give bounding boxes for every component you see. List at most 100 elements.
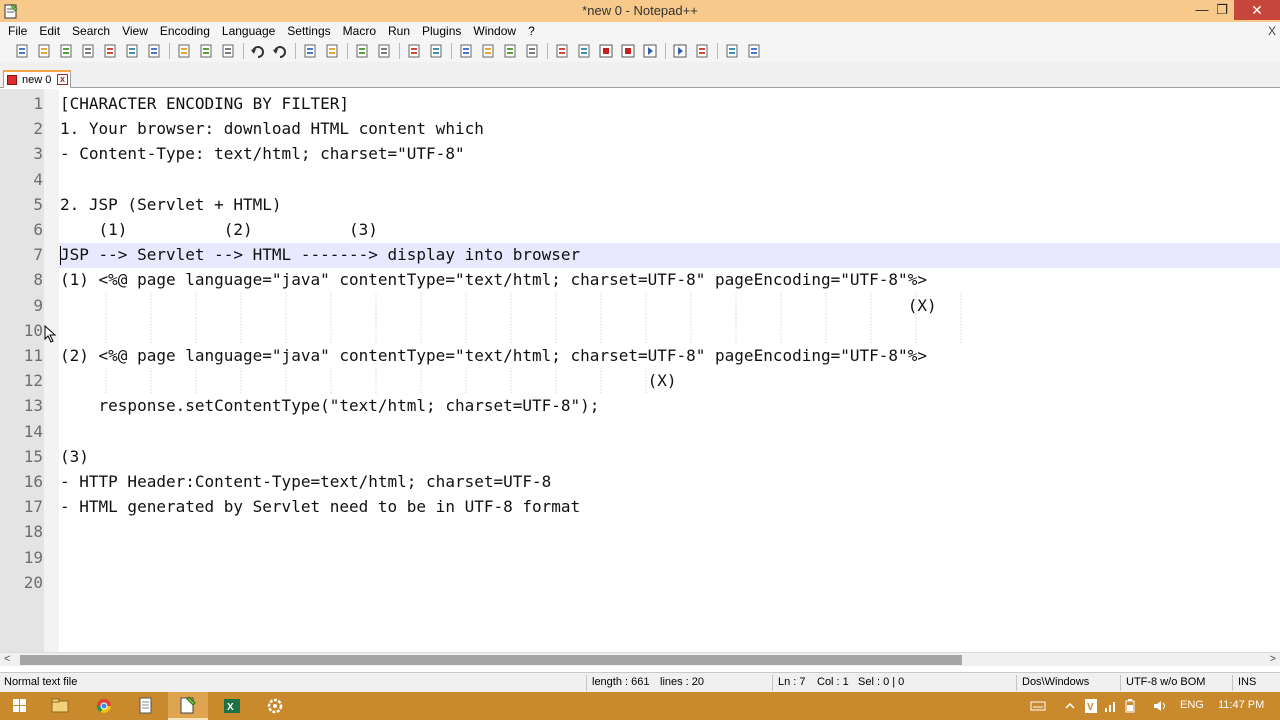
save-macro-icon[interactable]	[694, 43, 710, 59]
start-button[interactable]	[0, 692, 40, 720]
code-line[interactable]: 20	[0, 570, 1280, 595]
code-line[interactable]: 17 - HTML generated by Servlet need to be…	[0, 494, 1280, 519]
line-text: (1) <%@ page language="java" contentType…	[60, 270, 927, 290]
line-number: 7	[33, 245, 43, 265]
print-icon[interactable]	[146, 43, 162, 59]
code-line[interactable]: 7 JSP --> Servlet --> HTML -------> displ…	[0, 242, 1280, 267]
taskbar-chrome[interactable]	[84, 692, 124, 720]
code-line[interactable]: 14	[0, 419, 1280, 444]
code-line[interactable]: 13 response.setContentType("text/html; c…	[0, 393, 1280, 418]
line-text: (1) (2) (3)	[60, 220, 378, 239]
stop-record-icon[interactable]	[620, 43, 636, 59]
scrollbar-thumb[interactable]	[20, 655, 962, 665]
paste-icon[interactable]	[220, 43, 236, 59]
antivirus-icon[interactable]: V	[1084, 698, 1098, 714]
save-icon[interactable]	[58, 43, 74, 59]
spell-check-icon[interactable]	[724, 43, 740, 59]
menu-item-plugins[interactable]: Plugins	[416, 22, 467, 40]
code-line[interactable]: 15 (3)	[0, 444, 1280, 469]
taskbar-settings[interactable]	[255, 692, 295, 720]
horizontal-scrollbar[interactable]: < >	[0, 652, 1280, 666]
menu-item-file[interactable]: File	[2, 22, 33, 40]
line-number: 2	[33, 119, 43, 139]
menu-item-window[interactable]: Window	[467, 22, 522, 40]
menu-item-encoding[interactable]: Encoding	[154, 22, 216, 40]
code-line[interactable]: 9 (X)	[0, 293, 1280, 318]
code-line[interactable]: 8 (1) <%@ page language="java" contentTyp…	[0, 267, 1280, 292]
scroll-left-icon[interactable]: <	[4, 653, 10, 666]
taskbar-file-explorer[interactable]	[40, 692, 80, 720]
close-document-button[interactable]: X	[1268, 22, 1276, 40]
replace-icon[interactable]	[324, 43, 340, 59]
taskbar-excel[interactable]: X	[212, 692, 252, 720]
taskbar-notepad[interactable]	[126, 692, 166, 720]
windows-start-icon	[13, 699, 26, 712]
code-line[interactable]: 12 (X)	[0, 368, 1280, 393]
play-macro-icon[interactable]	[642, 43, 658, 59]
spell-check-options-icon[interactable]	[746, 43, 762, 59]
line-text: 1. Your browser: download HTML content w…	[60, 119, 484, 139]
network-icon[interactable]	[1104, 699, 1118, 713]
status-file-type: Normal text file	[4, 676, 78, 688]
code-line[interactable]: 2 1. Your browser: download HTML content …	[0, 116, 1280, 141]
sync-vertical-icon[interactable]	[406, 43, 422, 59]
menu-item-search[interactable]: Search	[66, 22, 116, 40]
menu-item-language[interactable]: Language	[216, 22, 281, 40]
copy-icon[interactable]	[198, 43, 214, 59]
input-language[interactable]: ENG	[1180, 699, 1204, 711]
doc-map-icon[interactable]	[554, 43, 570, 59]
code-line[interactable]: 4	[0, 167, 1280, 192]
code-line[interactable]: 18	[0, 519, 1280, 544]
open-file-icon[interactable]	[36, 43, 52, 59]
line-number: 10	[23, 320, 43, 340]
menu-item-view[interactable]: View	[116, 22, 154, 40]
undo-icon[interactable]	[250, 43, 266, 59]
menu-item-help[interactable]: ?	[522, 22, 541, 40]
line-text: (X)	[60, 371, 677, 391]
menu-item-run[interactable]: Run	[382, 22, 416, 40]
zoom-in-icon[interactable]	[354, 43, 370, 59]
menu-item-edit[interactable]: Edit	[33, 22, 66, 40]
code-line[interactable]: 19	[0, 545, 1280, 570]
show-all-chars-icon[interactable]	[480, 43, 496, 59]
status-bar: Normal text file length : 661 lines : 20…	[0, 672, 1280, 692]
restore-button[interactable]: ❐	[1208, 0, 1236, 20]
volume-icon[interactable]	[1152, 699, 1168, 713]
close-all-icon[interactable]	[124, 43, 140, 59]
function-list-icon[interactable]	[576, 43, 592, 59]
redo-icon[interactable]	[272, 43, 288, 59]
close-button[interactable]: ✕	[1234, 0, 1280, 20]
sync-horizontal-icon[interactable]	[428, 43, 444, 59]
code-line[interactable]: 5 2. JSP (Servlet + HTML)	[0, 192, 1280, 217]
editor-area[interactable]: 1 [CHARACTER ENCODING BY FILTER] 2 1. Your …	[0, 89, 1280, 652]
battery-icon[interactable]	[1124, 699, 1136, 713]
cut-icon[interactable]	[176, 43, 192, 59]
scroll-right-icon[interactable]: >	[1270, 653, 1276, 666]
close-icon[interactable]	[102, 43, 118, 59]
zoom-out-icon[interactable]	[376, 43, 392, 59]
clock[interactable]: 11:47 PM	[1218, 699, 1264, 711]
tab-new-0[interactable]: new 0 x	[3, 70, 71, 88]
record-macro-icon[interactable]	[598, 43, 614, 59]
new-file-icon[interactable]	[14, 43, 30, 59]
save-all-icon[interactable]	[80, 43, 96, 59]
menu-item-settings[interactable]: Settings	[281, 22, 336, 40]
code-line[interactable]: 16 - HTTP Header:Content-Type=text/html; …	[0, 469, 1280, 494]
code-line[interactable]: 1 [CHARACTER ENCODING BY FILTER]	[0, 91, 1280, 116]
code-line[interactable]: 3 - Content-Type: text/html; charset="UTF…	[0, 141, 1280, 166]
title-bar[interactable]: *new 0 - Notepad++ — ❐ ✕	[0, 0, 1280, 22]
settings-icon	[267, 698, 283, 714]
taskbar-notepad-plus-plus[interactable]	[168, 692, 208, 720]
find-icon[interactable]	[302, 43, 318, 59]
indent-guide-icon[interactable]	[502, 43, 518, 59]
code-line[interactable]: 6 (1) (2) (3)	[0, 217, 1280, 242]
run-macro-multiple-icon[interactable]	[672, 43, 688, 59]
word-wrap-icon[interactable]	[458, 43, 474, 59]
code-line[interactable]: 10	[0, 318, 1280, 343]
menu-item-macro[interactable]: Macro	[337, 22, 382, 40]
show-hidden-icons-icon[interactable]	[1064, 700, 1076, 712]
keyboard-icon[interactable]	[1030, 700, 1046, 712]
tab-close-icon[interactable]: x	[57, 74, 68, 85]
user-language-icon[interactable]	[524, 43, 540, 59]
code-line[interactable]: 11 (2) <%@ page language="java" contentTy…	[0, 343, 1280, 368]
